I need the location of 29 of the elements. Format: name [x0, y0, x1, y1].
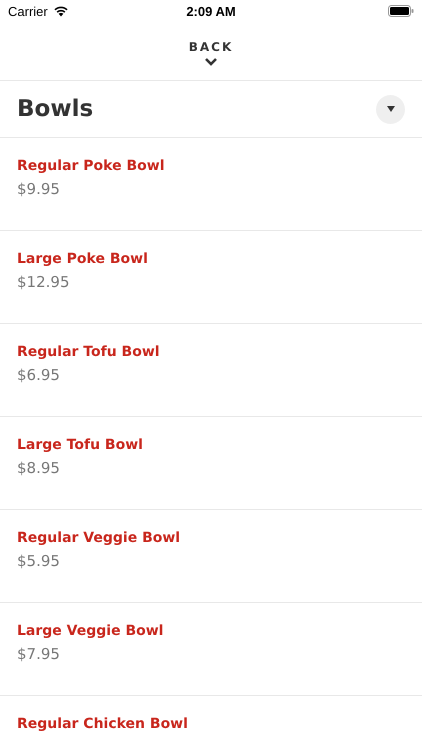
menu-item[interactable]: Large Poke Bowl $12.95 — [0, 231, 422, 324]
menu-item[interactable]: Regular Poke Bowl $9.95 — [0, 138, 422, 231]
menu-item[interactable]: Regular Tofu Bowl $6.95 — [0, 324, 422, 417]
item-price: $12.95 — [17, 273, 70, 291]
back-button[interactable]: BACK — [180, 38, 242, 68]
item-name: Large Veggie Bowl — [17, 623, 164, 639]
item-price: $7.95 — [17, 645, 61, 663]
carrier-label: Carrier — [8, 4, 48, 18]
battery-icon — [388, 5, 414, 17]
menu-item[interactable]: Large Tofu Bowl $8.95 — [0, 417, 422, 510]
item-price: $5.95 — [17, 552, 61, 570]
section-title: Bowls — [17, 96, 94, 122]
item-name: Large Tofu Bowl — [17, 437, 144, 453]
status-time: 2:09 AM — [186, 4, 236, 18]
caret-icon — [386, 106, 394, 112]
menu-item[interactable]: Regular Chicken Bowl — [0, 696, 422, 750]
item-name: Regular Tofu Bowl — [17, 344, 161, 360]
item-price: $8.95 — [17, 459, 61, 477]
dropdown-button[interactable] — [376, 94, 405, 124]
item-name: Regular Veggie Bowl — [17, 530, 182, 546]
item-price: $9.95 — [17, 180, 61, 198]
item-price: $6.95 — [17, 366, 61, 384]
menu-item[interactable]: Regular Veggie Bowl $5.95 — [0, 510, 422, 603]
chevron-down-icon — [204, 57, 218, 66]
item-name: Regular Poke Bowl — [17, 158, 166, 174]
item-name: Large Poke Bowl — [17, 251, 149, 267]
item-name: Regular Chicken Bowl — [17, 716, 189, 732]
wifi-icon — [52, 5, 69, 17]
menu-item[interactable]: Large Veggie Bowl $7.95 — [0, 603, 422, 696]
